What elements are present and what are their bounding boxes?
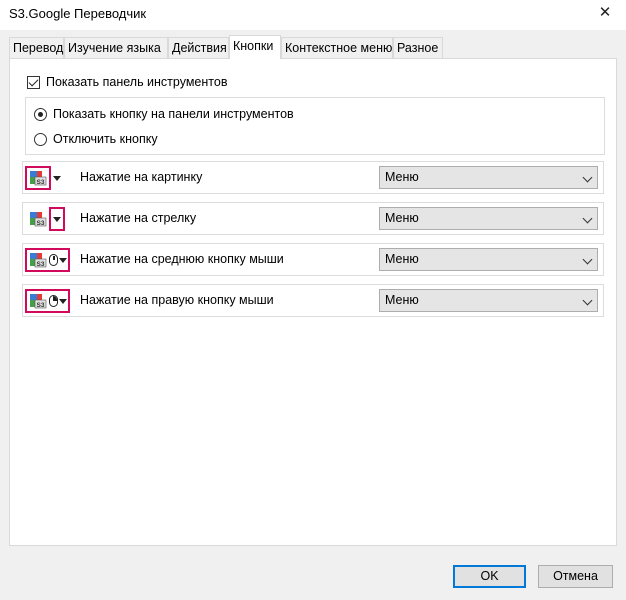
chevron-down-icon[interactable]: [49, 207, 65, 231]
svg-text:S3: S3: [37, 220, 45, 227]
s3-logo-icon[interactable]: S3: [25, 166, 51, 190]
chevron-down-icon: [582, 295, 593, 306]
radio-disable-button-control[interactable]: [34, 132, 47, 146]
title-bar: S3.Google Переводчик ✕: [0, 0, 626, 30]
show-toolbar-checkbox[interactable]: [27, 75, 40, 89]
action-label: Нажатие на стрелку: [80, 211, 197, 225]
tab-kontekstnoe-menu[interactable]: Контекстное меню: [281, 37, 393, 59]
tab-raznoe[interactable]: Разное: [393, 37, 443, 59]
radio-show-button-label: Показать кнопку на панели инструментов: [53, 107, 294, 121]
show-toolbar-option[interactable]: Показать панель инструментов: [27, 74, 227, 90]
toolbar-button-preview[interactable]: S3: [25, 166, 64, 190]
chevron-down-icon: [582, 172, 593, 183]
show-toolbar-label: Показать панель инструментов: [46, 75, 228, 89]
select-value: Меню: [385, 170, 419, 184]
action-label: Нажатие на правую кнопку мыши: [80, 293, 274, 307]
action-row-picture-click: S3 Нажатие на картинку Меню: [22, 161, 604, 194]
cancel-button[interactable]: Отмена: [538, 565, 613, 588]
tab-deystviya[interactable]: Действия: [168, 37, 229, 59]
radio-show-button-control[interactable]: [34, 107, 47, 121]
action-label: Нажатие на среднюю кнопку мыши: [80, 252, 284, 266]
action-select-right[interactable]: Меню: [379, 289, 598, 312]
toolbar-button-preview[interactable]: S3: [26, 207, 65, 231]
window-title: S3.Google Переводчик: [9, 6, 147, 21]
chevron-down-icon[interactable]: [50, 167, 64, 189]
svg-text:S3: S3: [37, 302, 45, 309]
tab-knopki[interactable]: Кнопки: [229, 35, 281, 59]
radio-disable-button[interactable]: Отключить кнопку: [34, 131, 158, 147]
svg-text:S3: S3: [37, 179, 45, 186]
select-value: Меню: [385, 252, 419, 266]
tab-izuchenie[interactable]: Изучение языка: [64, 37, 168, 59]
tab-panel-knopki: Показать панель инструментов Показать кн…: [9, 58, 617, 546]
chevron-down-icon: [582, 254, 593, 265]
action-row-middle-click: S3 Нажатие на среднюю кнопку мыши Меню: [22, 243, 604, 276]
radio-disable-button-label: Отключить кнопку: [53, 132, 158, 146]
middle-mouse-icon: [49, 254, 58, 266]
radio-show-button[interactable]: Показать кнопку на панели инструментов: [34, 106, 294, 122]
close-icon[interactable]: ✕: [596, 4, 614, 22]
toolbar-button-preview[interactable]: S3: [25, 248, 70, 272]
chevron-down-icon: [582, 213, 593, 224]
action-row-arrow-click: S3 Нажатие на стрелку Меню: [22, 202, 604, 235]
select-value: Меню: [385, 293, 419, 307]
right-mouse-icon: [49, 295, 58, 307]
tab-perevod[interactable]: Перевод: [9, 37, 64, 59]
s3-logo-icon: S3: [28, 249, 48, 271]
s3-logo-icon[interactable]: S3: [26, 208, 50, 230]
action-select-picture[interactable]: Меню: [379, 166, 598, 189]
button-mode-group: Показать кнопку на панели инструментов О…: [25, 97, 605, 155]
svg-text:S3: S3: [37, 261, 45, 268]
action-row-right-click: S3 Нажатие на правую кнопку мыши Меню: [22, 284, 604, 317]
action-label: Нажатие на картинку: [80, 170, 203, 184]
action-select-middle[interactable]: Меню: [379, 248, 598, 271]
toolbar-button-preview[interactable]: S3: [25, 289, 70, 313]
chevron-down-icon: [58, 249, 67, 271]
s3-logo-icon: S3: [28, 290, 48, 312]
chevron-down-icon: [58, 290, 67, 312]
select-value: Меню: [385, 211, 419, 225]
action-select-arrow[interactable]: Меню: [379, 207, 598, 230]
ok-button[interactable]: OK: [453, 565, 526, 588]
